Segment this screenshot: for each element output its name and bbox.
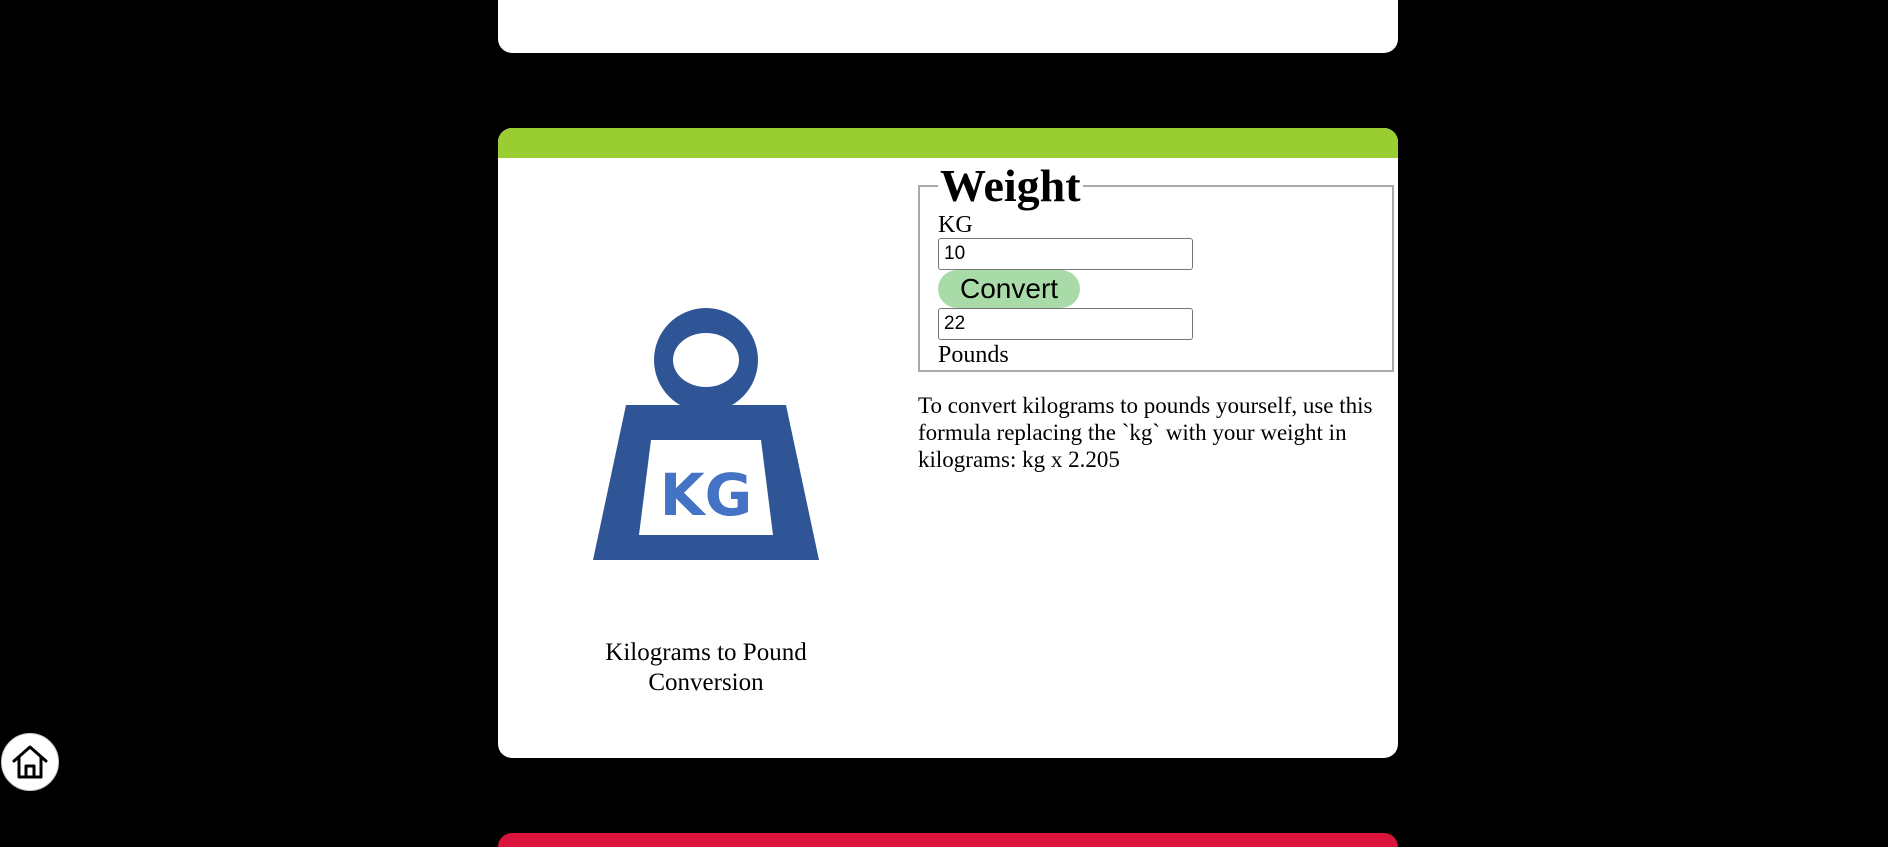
weight-fieldset: Weight KG Convert Pounds	[918, 162, 1394, 372]
next-card	[498, 833, 1398, 847]
home-icon	[12, 745, 48, 779]
kg-label: KG	[938, 212, 973, 238]
kettlebell-kg-icon: KG	[593, 308, 819, 560]
weight-form: Weight KG Convert Pounds	[918, 162, 1394, 372]
home-button[interactable]	[1, 733, 59, 791]
weight-converter-card: KG Kilograms to Pound Conversion Weight …	[498, 128, 1398, 758]
kg-icon-text: KG	[660, 461, 753, 529]
pounds-label: Pounds	[938, 342, 1009, 368]
page: KG Kilograms to Pound Conversion Weight …	[0, 0, 1888, 847]
kg-input[interactable]	[938, 238, 1193, 270]
converter-caption: Kilograms to Pound Conversion	[605, 639, 807, 696]
convert-button[interactable]: Convert	[938, 270, 1081, 308]
weight-legend: Weight	[940, 160, 1081, 211]
pounds-output[interactable]	[938, 308, 1193, 340]
previous-card	[498, 0, 1398, 53]
formula-text: To convert kilograms to pounds yourself,…	[918, 393, 1373, 472]
card-header-bar	[498, 128, 1398, 158]
